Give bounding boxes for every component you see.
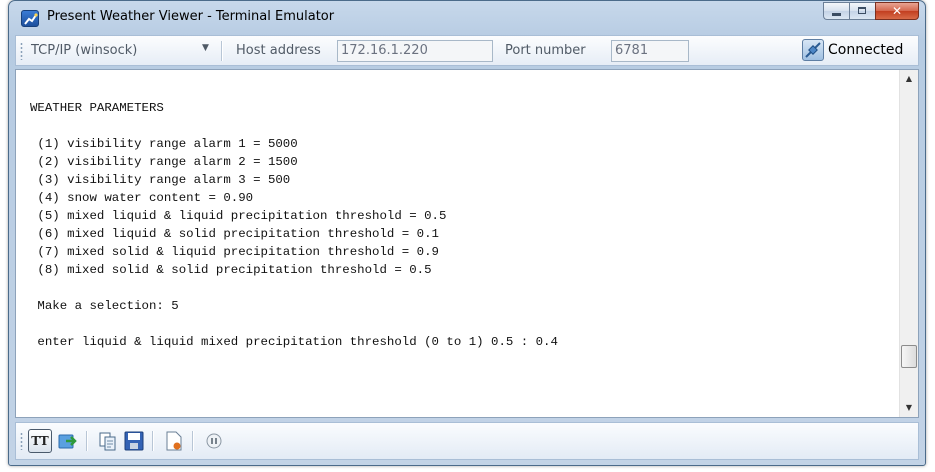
app-window: Present Weather Viewer - Terminal Emulat… bbox=[8, 0, 926, 466]
tt-button[interactable]: TT bbox=[28, 429, 52, 453]
vertical-scrollbar[interactable]: ▲ ▼ bbox=[899, 70, 918, 417]
terminal-line: (4) snow water content = 0.90 bbox=[30, 191, 254, 205]
terminal-line: WEATHER PARAMETERS bbox=[30, 101, 164, 115]
send-file-icon[interactable] bbox=[56, 429, 80, 453]
toolbar-separator bbox=[86, 431, 88, 451]
terminal-text: WEATHER PARAMETERS (1) visibility range … bbox=[30, 99, 890, 351]
host-address-label: Host address bbox=[236, 43, 321, 58]
minimize-icon bbox=[832, 13, 841, 16]
log-file-icon[interactable] bbox=[162, 429, 186, 453]
connection-toolbar: TCP/IP (winsock) ▼ Host address 172.16.1… bbox=[15, 35, 919, 66]
pause-icon[interactable] bbox=[202, 429, 226, 453]
terminal-line: (5) mixed liquid & liquid precipitation … bbox=[30, 209, 447, 223]
save-icon[interactable] bbox=[122, 429, 146, 453]
terminal-line: (1) visibility range alarm 1 = 5000 bbox=[30, 137, 298, 151]
connection-status: Connected bbox=[828, 42, 904, 58]
host-address-field[interactable]: 172.16.1.220 bbox=[337, 40, 493, 62]
caption-buttons: ✕ bbox=[823, 2, 919, 22]
bottom-toolbar: TT bbox=[15, 422, 919, 460]
terminal-line: (8) mixed solid & solid precipitation th… bbox=[30, 263, 432, 277]
terminal-line: (6) mixed liquid & solid precipitation t… bbox=[30, 227, 439, 241]
scroll-up-arrow[interactable]: ▲ bbox=[900, 70, 918, 88]
app-icon[interactable] bbox=[21, 10, 39, 27]
protocol-select[interactable]: TCP/IP (winsock) bbox=[31, 43, 137, 58]
close-icon: ✕ bbox=[891, 4, 903, 18]
maximize-icon bbox=[858, 7, 866, 14]
terminal-line: enter liquid & liquid mixed precipitatio… bbox=[30, 335, 558, 349]
terminal-output[interactable]: WEATHER PARAMETERS (1) visibility range … bbox=[15, 69, 919, 418]
minimize-button[interactable] bbox=[823, 2, 849, 20]
terminal-line: Make a selection: 5 bbox=[30, 299, 179, 313]
terminal-line: (3) visibility range alarm 3 = 500 bbox=[30, 173, 291, 187]
scroll-thumb[interactable] bbox=[901, 345, 917, 368]
scroll-down-arrow[interactable]: ▼ bbox=[900, 399, 918, 417]
maximize-button[interactable] bbox=[849, 2, 875, 20]
toolbar-grip[interactable] bbox=[20, 42, 23, 60]
close-button[interactable]: ✕ bbox=[875, 2, 919, 20]
port-number-field[interactable]: 6781 bbox=[611, 40, 689, 62]
toolbar-grip[interactable] bbox=[20, 432, 23, 450]
toolbar-separator bbox=[192, 431, 194, 451]
toolbar-separator bbox=[221, 41, 223, 61]
copy-icon[interactable] bbox=[96, 429, 120, 453]
terminal-line: (2) visibility range alarm 2 = 1500 bbox=[30, 155, 298, 169]
window-title: Present Weather Viewer - Terminal Emulat… bbox=[47, 9, 335, 24]
toolbar-separator bbox=[152, 431, 154, 451]
dropdown-arrow-icon[interactable]: ▼ bbox=[202, 43, 209, 53]
title-bar[interactable]: Present Weather Viewer - Terminal Emulat… bbox=[9, 1, 925, 33]
terminal-line: (7) mixed solid & liquid precipitation t… bbox=[30, 245, 439, 259]
port-number-label: Port number bbox=[505, 43, 586, 58]
connection-icon[interactable] bbox=[802, 39, 824, 61]
